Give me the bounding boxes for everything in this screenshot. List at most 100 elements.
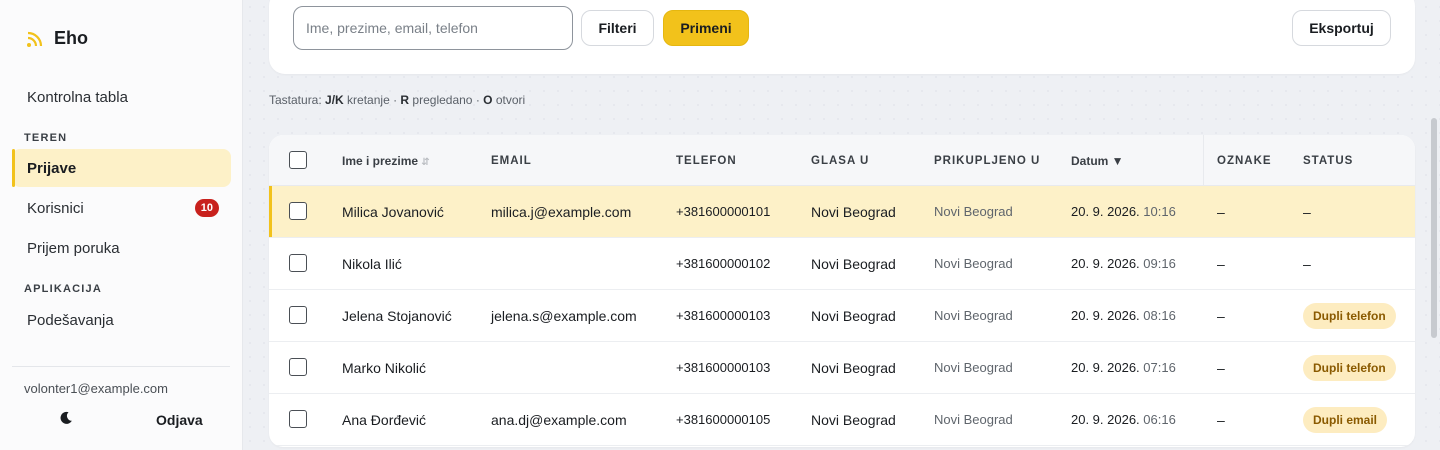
row-checkbox[interactable] bbox=[289, 306, 307, 324]
cell-date: 20. 9. 2026. 09:16 bbox=[1071, 256, 1176, 271]
cell-tags: – bbox=[1217, 360, 1225, 376]
apply-button[interactable]: Primeni bbox=[663, 10, 749, 46]
export-button[interactable]: Eksportuj bbox=[1292, 10, 1391, 46]
select-all-checkbox[interactable] bbox=[289, 151, 307, 169]
cell-tags: – bbox=[1217, 256, 1225, 272]
cell-email: jelena.s@example.com bbox=[491, 308, 637, 324]
time-value: 10:16 bbox=[1143, 204, 1176, 219]
sidebar-item-settings[interactable]: Podešavanja bbox=[12, 301, 231, 339]
cell-name: Marko Nikolić bbox=[342, 360, 427, 376]
time-value: 08:16 bbox=[1143, 308, 1176, 323]
hint-text: kretanje · bbox=[343, 93, 401, 107]
main-content: Filteri Primeni Eksportuj Tastatura: J/K… bbox=[243, 0, 1440, 450]
count-badge: 10 bbox=[194, 199, 219, 217]
divider bbox=[12, 366, 230, 367]
table-row[interactable]: Jelena Stojanović jelena.s@example.com +… bbox=[269, 290, 1415, 342]
column-header-collected-in: PRIKUPLJENO U bbox=[934, 155, 1041, 167]
filters-button[interactable]: Filteri bbox=[581, 10, 654, 46]
date-value: 20. 9. 2026. bbox=[1071, 256, 1140, 271]
column-header-date[interactable]: Datum ▼ bbox=[1071, 154, 1124, 168]
column-header-phone: TELEFON bbox=[676, 155, 737, 167]
cell-date: 20. 9. 2026. 07:16 bbox=[1071, 360, 1176, 375]
time-value: 09:16 bbox=[1143, 256, 1176, 271]
cell-date: 20. 9. 2026. 06:16 bbox=[1071, 412, 1176, 427]
cell-email: ana.dj@example.com bbox=[491, 412, 627, 428]
user-email: volonter1@example.com bbox=[24, 381, 168, 396]
cell-phone: +381600000103 bbox=[676, 308, 771, 323]
cell-name: Jelena Stojanović bbox=[342, 308, 452, 324]
cell-votes-in: Novi Beograd bbox=[811, 412, 896, 428]
column-header-email: EMAIL bbox=[491, 155, 532, 167]
sidebar-item-dashboard[interactable]: Kontrolna tabla bbox=[12, 78, 231, 116]
cell-collected-in: Novi Beograd bbox=[934, 256, 1013, 271]
sidebar-item-prijem-poruka[interactable]: Prijem poruka bbox=[12, 229, 231, 267]
row-checkbox[interactable] bbox=[289, 358, 307, 376]
date-value: 20. 9. 2026. bbox=[1071, 412, 1140, 427]
brand[interactable]: Eho bbox=[26, 28, 88, 49]
column-header-votes-in: GLASA U bbox=[811, 155, 870, 167]
column-header-label: Ime i prezime bbox=[342, 154, 419, 168]
row-checkbox[interactable] bbox=[289, 410, 307, 428]
filter-toolbar: Filteri Primeni Eksportuj bbox=[269, 0, 1415, 74]
date-value: 20. 9. 2026. bbox=[1071, 204, 1140, 219]
search-input[interactable] bbox=[293, 6, 573, 50]
sidebar-item-label: Prijem poruka bbox=[27, 239, 120, 257]
hint-text: Tastatura: bbox=[269, 93, 326, 107]
sidebar-item-label: Korisnici bbox=[27, 199, 84, 217]
time-value: 07:16 bbox=[1143, 360, 1176, 375]
brand-name: Eho bbox=[54, 28, 88, 48]
cell-status: – bbox=[1303, 256, 1311, 272]
section-label-aplikacija: APLIKACIJA bbox=[24, 283, 103, 295]
column-header-name[interactable]: Ime i prezime ⇵ bbox=[342, 154, 430, 168]
status-badge: Dupli telefon bbox=[1303, 303, 1396, 329]
column-header-tags: OZNAKE bbox=[1217, 155, 1272, 167]
sidebar-item-label: Kontrolna tabla bbox=[27, 88, 128, 106]
cell-collected-in: Novi Beograd bbox=[934, 412, 1013, 427]
hint-text: pregledano · bbox=[409, 93, 484, 107]
cell-votes-in: Novi Beograd bbox=[811, 360, 896, 376]
logout-button[interactable]: Odjava bbox=[156, 412, 203, 428]
sidebar-item-label: Podešavanja bbox=[27, 311, 114, 329]
table-row[interactable]: Marko Nikolić +381600000103 Novi Beograd… bbox=[269, 342, 1415, 394]
cell-tags: – bbox=[1217, 308, 1225, 324]
table-row[interactable]: Milica Jovanović milica.j@example.com +3… bbox=[269, 186, 1415, 238]
scrollbar[interactable] bbox=[1431, 118, 1437, 338]
sort-icon: ⇵ bbox=[421, 157, 430, 168]
cell-phone: +381600000101 bbox=[676, 204, 771, 219]
hint-key: O bbox=[483, 93, 493, 107]
row-checkbox[interactable] bbox=[289, 254, 307, 272]
cell-tags: – bbox=[1217, 204, 1225, 220]
cell-date: 20. 9. 2026. 08:16 bbox=[1071, 308, 1176, 323]
cell-phone: +381600000105 bbox=[676, 412, 771, 427]
cell-collected-in: Novi Beograd bbox=[934, 308, 1013, 323]
cell-votes-in: Novi Beograd bbox=[811, 256, 896, 272]
sidebar: Eho Kontrolna tabla TEREN Prijave Korisn… bbox=[0, 0, 243, 450]
status-badge: Dupli telefon bbox=[1303, 355, 1396, 381]
cell-name: Nikola Ilić bbox=[342, 256, 402, 272]
cell-phone: +381600000102 bbox=[676, 256, 771, 271]
cell-status: – bbox=[1303, 204, 1311, 220]
sidebar-item-korisnici[interactable]: Korisnici 10 bbox=[12, 189, 231, 227]
column-divider bbox=[1203, 135, 1204, 186]
date-value: 20. 9. 2026. bbox=[1071, 308, 1140, 323]
hint-key: R bbox=[400, 93, 410, 107]
rss-icon bbox=[26, 30, 44, 48]
time-value: 06:16 bbox=[1143, 412, 1176, 427]
table-header: Ime i prezime ⇵ EMAIL TELEFON GLASA U PR… bbox=[269, 135, 1415, 186]
moon-icon bbox=[59, 411, 73, 430]
hint-key: J/K bbox=[325, 93, 344, 107]
cell-name: Milica Jovanović bbox=[342, 204, 444, 220]
cell-tags: – bbox=[1217, 412, 1225, 428]
cell-votes-in: Novi Beograd bbox=[811, 308, 896, 324]
theme-toggle-button[interactable] bbox=[56, 410, 76, 430]
column-header-status: STATUS bbox=[1303, 155, 1354, 167]
date-value: 20. 9. 2026. bbox=[1071, 360, 1140, 375]
section-label-teren: TEREN bbox=[24, 132, 68, 144]
table-row[interactable]: Nikola Ilić +381600000102 Novi Beograd N… bbox=[269, 238, 1415, 290]
row-checkbox[interactable] bbox=[289, 202, 307, 220]
cell-date: 20. 9. 2026. 10:16 bbox=[1071, 204, 1176, 219]
status-badge: Dupli email bbox=[1303, 407, 1388, 433]
table-row[interactable]: Ana Đorđević ana.dj@example.com +3816000… bbox=[269, 394, 1415, 446]
cell-collected-in: Novi Beograd bbox=[934, 204, 1013, 219]
sidebar-item-prijave[interactable]: Prijave bbox=[12, 149, 231, 187]
